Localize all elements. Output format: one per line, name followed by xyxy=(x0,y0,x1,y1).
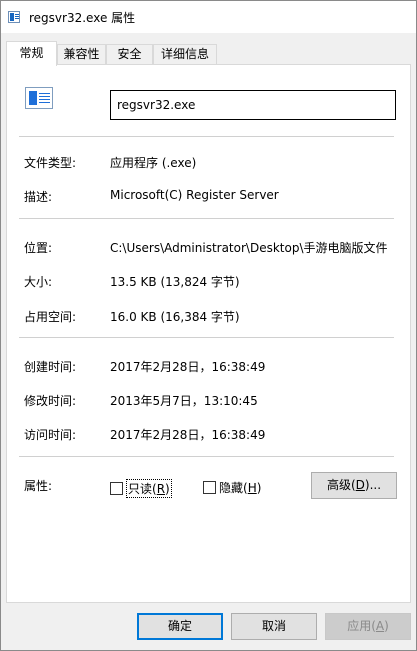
separator xyxy=(19,337,394,338)
description-label: 描述: xyxy=(24,190,53,204)
general-panel: 文件类型: 应用程序 (.exe) 描述: Microsoft(C) Regis… xyxy=(6,64,411,603)
apply-button[interactable]: 应用(A) xyxy=(325,613,411,640)
location-value: C:\Users\Administrator\Desktop\手游电脑版文件 xyxy=(110,241,388,255)
readonly-checkbox-label[interactable]: 只读(R) xyxy=(126,479,172,498)
size-value: 13.5 KB (13,824 字节) xyxy=(110,275,240,289)
accessed-value: 2017年2月28日，16:38:49 xyxy=(110,428,266,442)
readonly-checkbox[interactable]: 只读(R) xyxy=(110,479,172,498)
title-bar[interactable]: regsvr32.exe 属性 xyxy=(1,1,416,33)
advanced-button[interactable]: 高级(D)... xyxy=(311,472,397,499)
tab-details[interactable]: 详细信息 xyxy=(153,44,217,65)
attributes-label: 属性: xyxy=(24,479,53,493)
created-label: 创建时间: xyxy=(24,360,77,374)
tab-compatibility[interactable]: 兼容性 xyxy=(57,44,106,65)
modified-label: 修改时间: xyxy=(24,394,77,408)
filename-input[interactable] xyxy=(110,90,396,120)
file-type-label: 文件类型: xyxy=(24,156,77,170)
size-label: 大小: xyxy=(24,275,53,289)
separator xyxy=(19,136,394,137)
tab-security[interactable]: 安全 xyxy=(106,44,153,65)
app-window-icon xyxy=(8,11,20,23)
location-label: 位置: xyxy=(24,241,53,255)
description-value: Microsoft(C) Register Server xyxy=(110,188,279,202)
readonly-checkbox-box[interactable] xyxy=(110,482,123,495)
cancel-button[interactable]: 取消 xyxy=(231,613,317,640)
separator xyxy=(19,218,394,219)
tab-general[interactable]: 常规 xyxy=(6,41,57,66)
file-type-value: 应用程序 (.exe) xyxy=(110,156,197,170)
accessed-label: 访问时间: xyxy=(24,428,77,442)
hidden-checkbox[interactable]: 隐藏(H) xyxy=(203,479,261,496)
separator xyxy=(19,456,394,457)
created-value: 2017年2月28日，16:38:49 xyxy=(110,360,266,374)
window-title: regsvr32.exe 属性 xyxy=(29,11,136,25)
hidden-checkbox-label[interactable]: 隐藏(H) xyxy=(219,479,261,496)
hidden-checkbox-box[interactable] xyxy=(203,481,216,494)
exe-file-icon xyxy=(25,87,53,109)
size-on-disk-label: 占用空间: xyxy=(24,310,77,324)
modified-value: 2013年5月7日，13:10:45 xyxy=(110,394,258,408)
properties-dialog: regsvr32.exe 属性 常规 兼容性 安全 详细信息 文件类型: 应用程… xyxy=(0,0,417,651)
size-on-disk-value: 16.0 KB (16,384 字节) xyxy=(110,310,240,324)
ok-button[interactable]: 确定 xyxy=(137,613,223,640)
